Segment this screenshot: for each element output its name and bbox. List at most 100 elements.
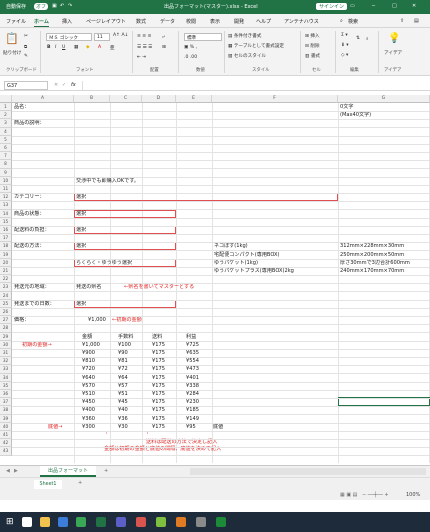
- ideas-button[interactable]: アイデア: [384, 50, 402, 56]
- autosum-icon[interactable]: Σ ▾: [341, 33, 348, 38]
- row-header[interactable]: 14: [0, 209, 12, 218]
- tab-formulas[interactable]: 数式: [136, 18, 146, 25]
- indent-icon[interactable]: ⇤ ⇥: [137, 55, 146, 60]
- tab-insert[interactable]: 挿入: [62, 18, 72, 25]
- profit-cell[interactable]: ¥149: [186, 415, 199, 423]
- sheet-next-icon[interactable]: ▶: [14, 468, 18, 474]
- app-icon[interactable]: [156, 517, 166, 527]
- row-header[interactable]: 42: [0, 439, 12, 448]
- row-header[interactable]: 35: [0, 381, 12, 390]
- app-icon[interactable]: [196, 517, 206, 527]
- delete-cells-button[interactable]: ⊟ 削除: [305, 43, 320, 49]
- zoom-slider[interactable]: − ──┼── +: [362, 492, 389, 498]
- row-header[interactable]: 33: [0, 365, 12, 374]
- align-top-icon[interactable]: ≡ ≡ ≡: [137, 34, 151, 39]
- row-header[interactable]: 18: [0, 242, 12, 251]
- copy-icon[interactable]: ⧉: [24, 44, 27, 50]
- tab-home[interactable]: ホーム: [34, 18, 49, 27]
- tab-file[interactable]: ファイル: [6, 18, 26, 25]
- formula-enter-icon[interactable]: ✓: [62, 82, 66, 88]
- shipping-cell[interactable]: ¥175: [152, 415, 165, 423]
- shipping-cell[interactable]: ¥175: [152, 423, 165, 431]
- view-normal-icon[interactable]: ▦ ▣ ▤: [340, 492, 357, 498]
- search-label[interactable]: 検索: [348, 18, 358, 25]
- origin-value[interactable]: 発送の県名: [76, 283, 101, 291]
- cut-icon[interactable]: ✂: [24, 34, 28, 39]
- row-header[interactable]: 19: [0, 250, 12, 259]
- amount-cell[interactable]: ¥400: [82, 406, 95, 414]
- autosave-toggle[interactable]: オフ: [34, 3, 49, 10]
- currency-icon[interactable]: ▣ % ,: [184, 45, 197, 50]
- profit-cell[interactable]: ¥635: [186, 349, 199, 357]
- format-as-table-button[interactable]: ▦ テーブルとして書式設定: [228, 43, 284, 49]
- shipping-cell[interactable]: ¥175: [152, 406, 165, 414]
- ideas-icon[interactable]: 💡: [388, 33, 400, 44]
- tab-view[interactable]: 表示: [210, 18, 220, 25]
- font-name-select[interactable]: ＭＳ ゴシック: [46, 33, 92, 41]
- column-header-g[interactable]: G: [338, 95, 430, 103]
- tab-help[interactable]: ヘルプ: [256, 18, 271, 25]
- amount-cell[interactable]: ¥1,000: [82, 341, 100, 349]
- row-header[interactable]: 21: [0, 267, 12, 276]
- row-header[interactable]: 30: [0, 340, 12, 349]
- name-box[interactable]: G37: [4, 81, 48, 90]
- shipping-fee-dropdown[interactable]: [74, 226, 176, 234]
- fee-cell[interactable]: ¥30: [118, 423, 128, 431]
- row-header[interactable]: 13: [0, 201, 12, 210]
- shipping-cell[interactable]: ¥175: [152, 357, 165, 365]
- file-explorer-icon[interactable]: [40, 517, 50, 527]
- worksheet-grid[interactable]: A B C D E F G 1 2 3 4 5 6 7 8 9 10 11 12 13 14 15 16 17 1…: [0, 95, 430, 463]
- profit-cell[interactable]: ¥473: [186, 365, 199, 373]
- row-header[interactable]: 32: [0, 357, 12, 366]
- wrap-text-icon[interactable]: ⤶: [162, 34, 165, 40]
- row-header[interactable]: 24: [0, 291, 12, 300]
- font-size-select[interactable]: 11: [94, 33, 110, 41]
- row-header[interactable]: 43: [0, 447, 12, 456]
- row-header[interactable]: 8: [0, 160, 12, 169]
- fee-cell[interactable]: ¥57: [118, 382, 128, 390]
- share-icon[interactable]: ⇪: [400, 18, 404, 24]
- excel-taskbar-icon[interactable]: [96, 517, 106, 527]
- row-header[interactable]: 3: [0, 119, 12, 128]
- profit-cell[interactable]: ¥185: [186, 406, 199, 414]
- amount-cell[interactable]: ¥510: [82, 390, 95, 398]
- row-header[interactable]: 37: [0, 398, 12, 407]
- shipping-method-dropdown[interactable]: [74, 242, 176, 251]
- merge-icon[interactable]: ⊞: [162, 45, 166, 50]
- close-button[interactable]: ✕: [412, 3, 416, 9]
- fee-cell[interactable]: ¥72: [118, 365, 128, 373]
- cell-styles-button[interactable]: ▧ セルのスタイル: [228, 53, 266, 59]
- app-icon[interactable]: [216, 517, 226, 527]
- row-header[interactable]: 20: [0, 258, 12, 267]
- border-icon[interactable]: ▦: [74, 45, 78, 50]
- shipping-cell[interactable]: ¥175: [152, 374, 165, 382]
- profit-cell[interactable]: ¥95: [186, 423, 196, 431]
- row-header[interactable]: 36: [0, 390, 12, 399]
- amount-cell[interactable]: ¥720: [82, 365, 95, 373]
- row-header[interactable]: 39: [0, 414, 12, 423]
- add-sheet-button-2[interactable]: +: [78, 480, 82, 486]
- tab-review[interactable]: 校閲: [186, 18, 196, 25]
- condition-value[interactable]: 選択: [76, 210, 86, 218]
- fee-cell[interactable]: ¥51: [118, 390, 128, 398]
- sheet-tab-active[interactable]: 出品フォーマット: [40, 466, 96, 477]
- column-header-e[interactable]: E: [176, 95, 212, 103]
- fee-cell[interactable]: ¥81: [118, 357, 128, 365]
- row-header[interactable]: 27: [0, 316, 12, 325]
- sort-filter-icon[interactable]: ⇅: [356, 36, 360, 41]
- row-header[interactable]: 40: [0, 422, 12, 431]
- amount-cell[interactable]: ¥300: [82, 423, 95, 431]
- rakuraku-value[interactable]: らくらく・ゆうゆう選択: [76, 259, 132, 267]
- phonetic-icon[interactable]: 亜: [110, 45, 115, 51]
- signin-button[interactable]: サインイン: [316, 3, 348, 10]
- shipping-method-value[interactable]: 選択: [76, 242, 86, 250]
- zoom-level[interactable]: 100%: [406, 492, 420, 498]
- tab-data[interactable]: データ: [160, 18, 175, 25]
- row-header[interactable]: 7: [0, 152, 12, 161]
- sheet-tab-sheet1[interactable]: Sheet1: [34, 480, 62, 489]
- shipping-cell[interactable]: ¥175: [152, 390, 165, 398]
- number-format-select[interactable]: 標準: [184, 33, 222, 41]
- shipping-cell[interactable]: ¥175: [152, 349, 165, 357]
- row-header[interactable]: 31: [0, 349, 12, 358]
- find-select-icon[interactable]: ⌕: [366, 36, 369, 42]
